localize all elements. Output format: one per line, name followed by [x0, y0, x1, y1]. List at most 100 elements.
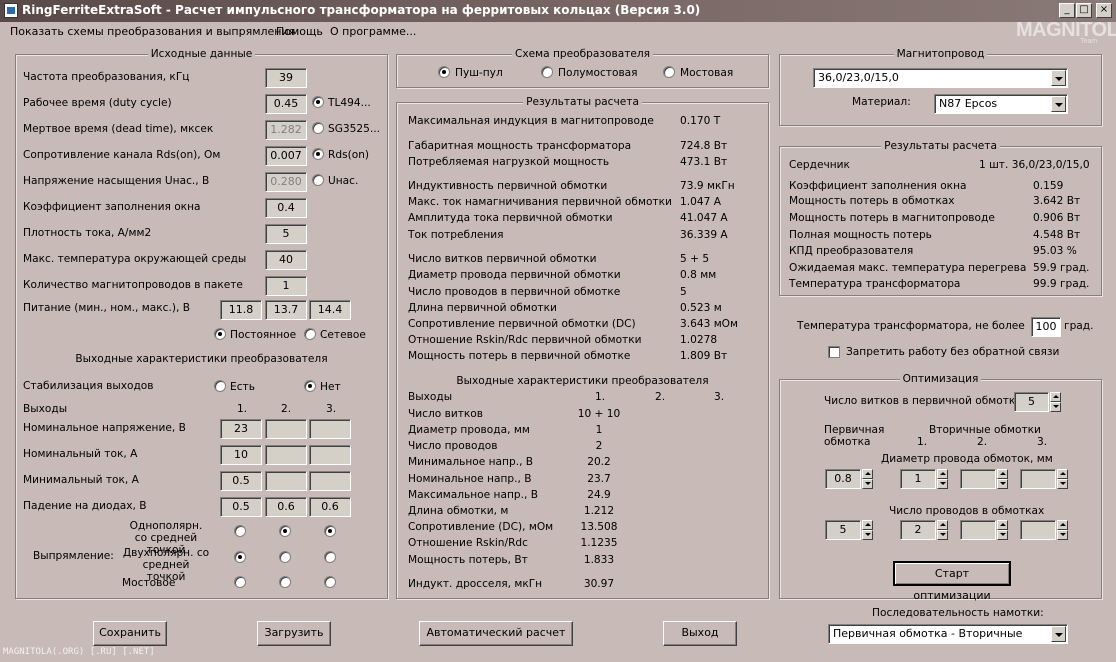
output-field-1-1[interactable] — [265, 445, 307, 465]
app-icon[interactable] — [4, 3, 18, 18]
input-field-7[interactable]: 40 — [265, 250, 307, 270]
sg3525-radio[interactable] — [312, 122, 324, 134]
chevron-down-icon[interactable] — [1051, 626, 1066, 642]
material-select[interactable]: N87 Epcos — [934, 94, 1068, 114]
rect2-out3-radio[interactable] — [324, 551, 336, 563]
tl494-radio[interactable] — [312, 96, 324, 108]
optim-wires-spinner-0[interactable] — [862, 520, 873, 540]
optim-wires-field-1[interactable]: 2 — [900, 520, 936, 540]
rect2-out2-radio[interactable] — [279, 551, 291, 563]
input-field-3[interactable]: 0.007 — [265, 146, 307, 166]
rect2-out1-radio[interactable] — [234, 551, 246, 563]
output-field-0-2[interactable] — [309, 419, 351, 439]
spin-up-icon[interactable] — [937, 469, 948, 479]
unas-radio[interactable] — [312, 174, 324, 186]
spin-up-icon[interactable] — [997, 469, 1008, 479]
optim-diam-spinner-2[interactable] — [997, 469, 1008, 489]
spin-up-icon[interactable] — [997, 520, 1008, 530]
spin-up-icon[interactable] — [862, 469, 873, 479]
supply-max-field[interactable]: 14.4 — [309, 300, 351, 320]
output-field-2-1[interactable] — [265, 471, 307, 491]
dc-radio[interactable] — [214, 328, 226, 340]
stab-no-radio[interactable] — [304, 380, 316, 392]
input-field-6[interactable]: 5 — [265, 224, 307, 244]
minimize-button[interactable]: _ — [1059, 3, 1075, 18]
rect1-out1-radio[interactable] — [234, 525, 246, 537]
input-field-0[interactable]: 39 — [265, 68, 307, 88]
optim-wires-spinner-2[interactable] — [997, 520, 1008, 540]
supply-nom-field[interactable]: 13.7 — [265, 300, 307, 320]
output-field-0-0[interactable]: 23 — [220, 419, 262, 439]
rect1-out3-radio[interactable] — [324, 525, 336, 537]
spin-down-icon[interactable] — [997, 530, 1008, 540]
optim-wires-field-0[interactable]: 5 — [825, 520, 861, 540]
nofb-checkbox[interactable] — [828, 346, 840, 358]
optim-wires-spinner-1[interactable] — [937, 520, 948, 540]
stab-yes-radio[interactable] — [214, 380, 226, 392]
input-field-2[interactable]: 1.282 — [265, 120, 307, 140]
menu-show-schemes[interactable]: Показать схемы преобразования и выпрямле… — [10, 25, 295, 38]
spin-down-icon[interactable] — [997, 479, 1008, 489]
optim-turns-spinner[interactable] — [1050, 392, 1061, 412]
temp-field[interactable]: 100 — [1031, 317, 1061, 337]
output-field-3-2[interactable]: 0.6 — [309, 497, 351, 517]
rect3-out3-radio[interactable] — [324, 576, 336, 588]
load-button[interactable]: Загрузить — [257, 621, 331, 646]
spin-up-icon[interactable] — [862, 520, 873, 530]
output-field-1-2[interactable] — [309, 445, 351, 465]
optim-diam-field-2[interactable] — [960, 469, 996, 489]
menu-help[interactable]: Помощь — [276, 25, 323, 38]
output-field-1-0[interactable]: 10 — [220, 445, 262, 465]
menu-about[interactable]: О программе... — [330, 25, 416, 38]
chevron-down-icon[interactable] — [1051, 96, 1066, 112]
spin-down-icon[interactable] — [937, 530, 948, 540]
spin-down-icon[interactable] — [937, 479, 948, 489]
exit-button[interactable]: Выход — [663, 621, 737, 646]
spin-down-icon[interactable] — [1057, 530, 1068, 540]
optim-wires-field-3[interactable] — [1020, 520, 1056, 540]
maximize-button[interactable]: □ — [1076, 3, 1092, 18]
input-field-1[interactable]: 0.45 — [265, 94, 307, 114]
spin-down-icon[interactable] — [862, 479, 873, 489]
spin-up-icon[interactable] — [937, 520, 948, 530]
optim-diam-spinner-3[interactable] — [1057, 469, 1068, 489]
rect3-out2-radio[interactable] — [279, 576, 291, 588]
seq-select[interactable]: Первичная обмотка - Вторичные обмотки — [828, 624, 1068, 644]
output-field-3-1[interactable]: 0.6 — [265, 497, 307, 517]
optim-wires-spinner-3[interactable] — [1057, 520, 1068, 540]
input-field-5[interactable]: 0.4 — [265, 198, 307, 218]
output-field-0-1[interactable] — [265, 419, 307, 439]
optim-diam-spinner-1[interactable] — [937, 469, 948, 489]
input-field-4[interactable]: 0.280 — [265, 172, 307, 192]
optim-wires-field-2[interactable] — [960, 520, 996, 540]
input-field-8[interactable]: 1 — [265, 276, 307, 296]
rds-radio[interactable] — [312, 148, 324, 160]
start-optimization-button[interactable]: Старт оптимизации — [893, 561, 1011, 602]
core-size-select[interactable]: 36,0/23,0/15,0 — [813, 68, 1068, 88]
output-field-2-2[interactable] — [309, 471, 351, 491]
spin-up-icon[interactable] — [1057, 520, 1068, 530]
optim-diam-field-1[interactable]: 1 — [900, 469, 936, 489]
optim-diam-field-3[interactable] — [1020, 469, 1056, 489]
close-button[interactable]: × — [1096, 3, 1112, 18]
auto-calc-button[interactable]: Автоматический расчет — [419, 621, 573, 646]
chevron-down-icon[interactable] — [1051, 70, 1066, 86]
spin-down-icon[interactable] — [862, 530, 873, 540]
optim-diam-field-0[interactable]: 0.8 — [825, 469, 861, 489]
scheme-pushpull-radio[interactable] — [438, 66, 450, 78]
spin-up-icon[interactable] — [1050, 392, 1061, 402]
output-field-2-0[interactable]: 0.5 — [220, 471, 262, 491]
scheme-half-radio[interactable] — [541, 66, 553, 78]
spin-up-icon[interactable] — [1057, 469, 1068, 479]
output-field-3-0[interactable]: 0.5 — [220, 497, 262, 517]
spin-down-icon[interactable] — [1050, 402, 1061, 412]
optim-turns-field[interactable]: 5 — [1014, 392, 1049, 412]
ac-radio[interactable] — [304, 328, 316, 340]
spin-down-icon[interactable] — [1057, 479, 1068, 489]
save-button[interactable]: Сохранить — [93, 621, 167, 646]
rect3-out1-radio[interactable] — [234, 576, 246, 588]
optim-diam-spinner-0[interactable] — [862, 469, 873, 489]
title-bar[interactable]: RingFerriteExtraSoft - Расчет импульсног… — [0, 0, 1116, 22]
supply-min-field[interactable]: 11.8 — [220, 300, 262, 320]
scheme-bridge-radio[interactable] — [663, 66, 675, 78]
